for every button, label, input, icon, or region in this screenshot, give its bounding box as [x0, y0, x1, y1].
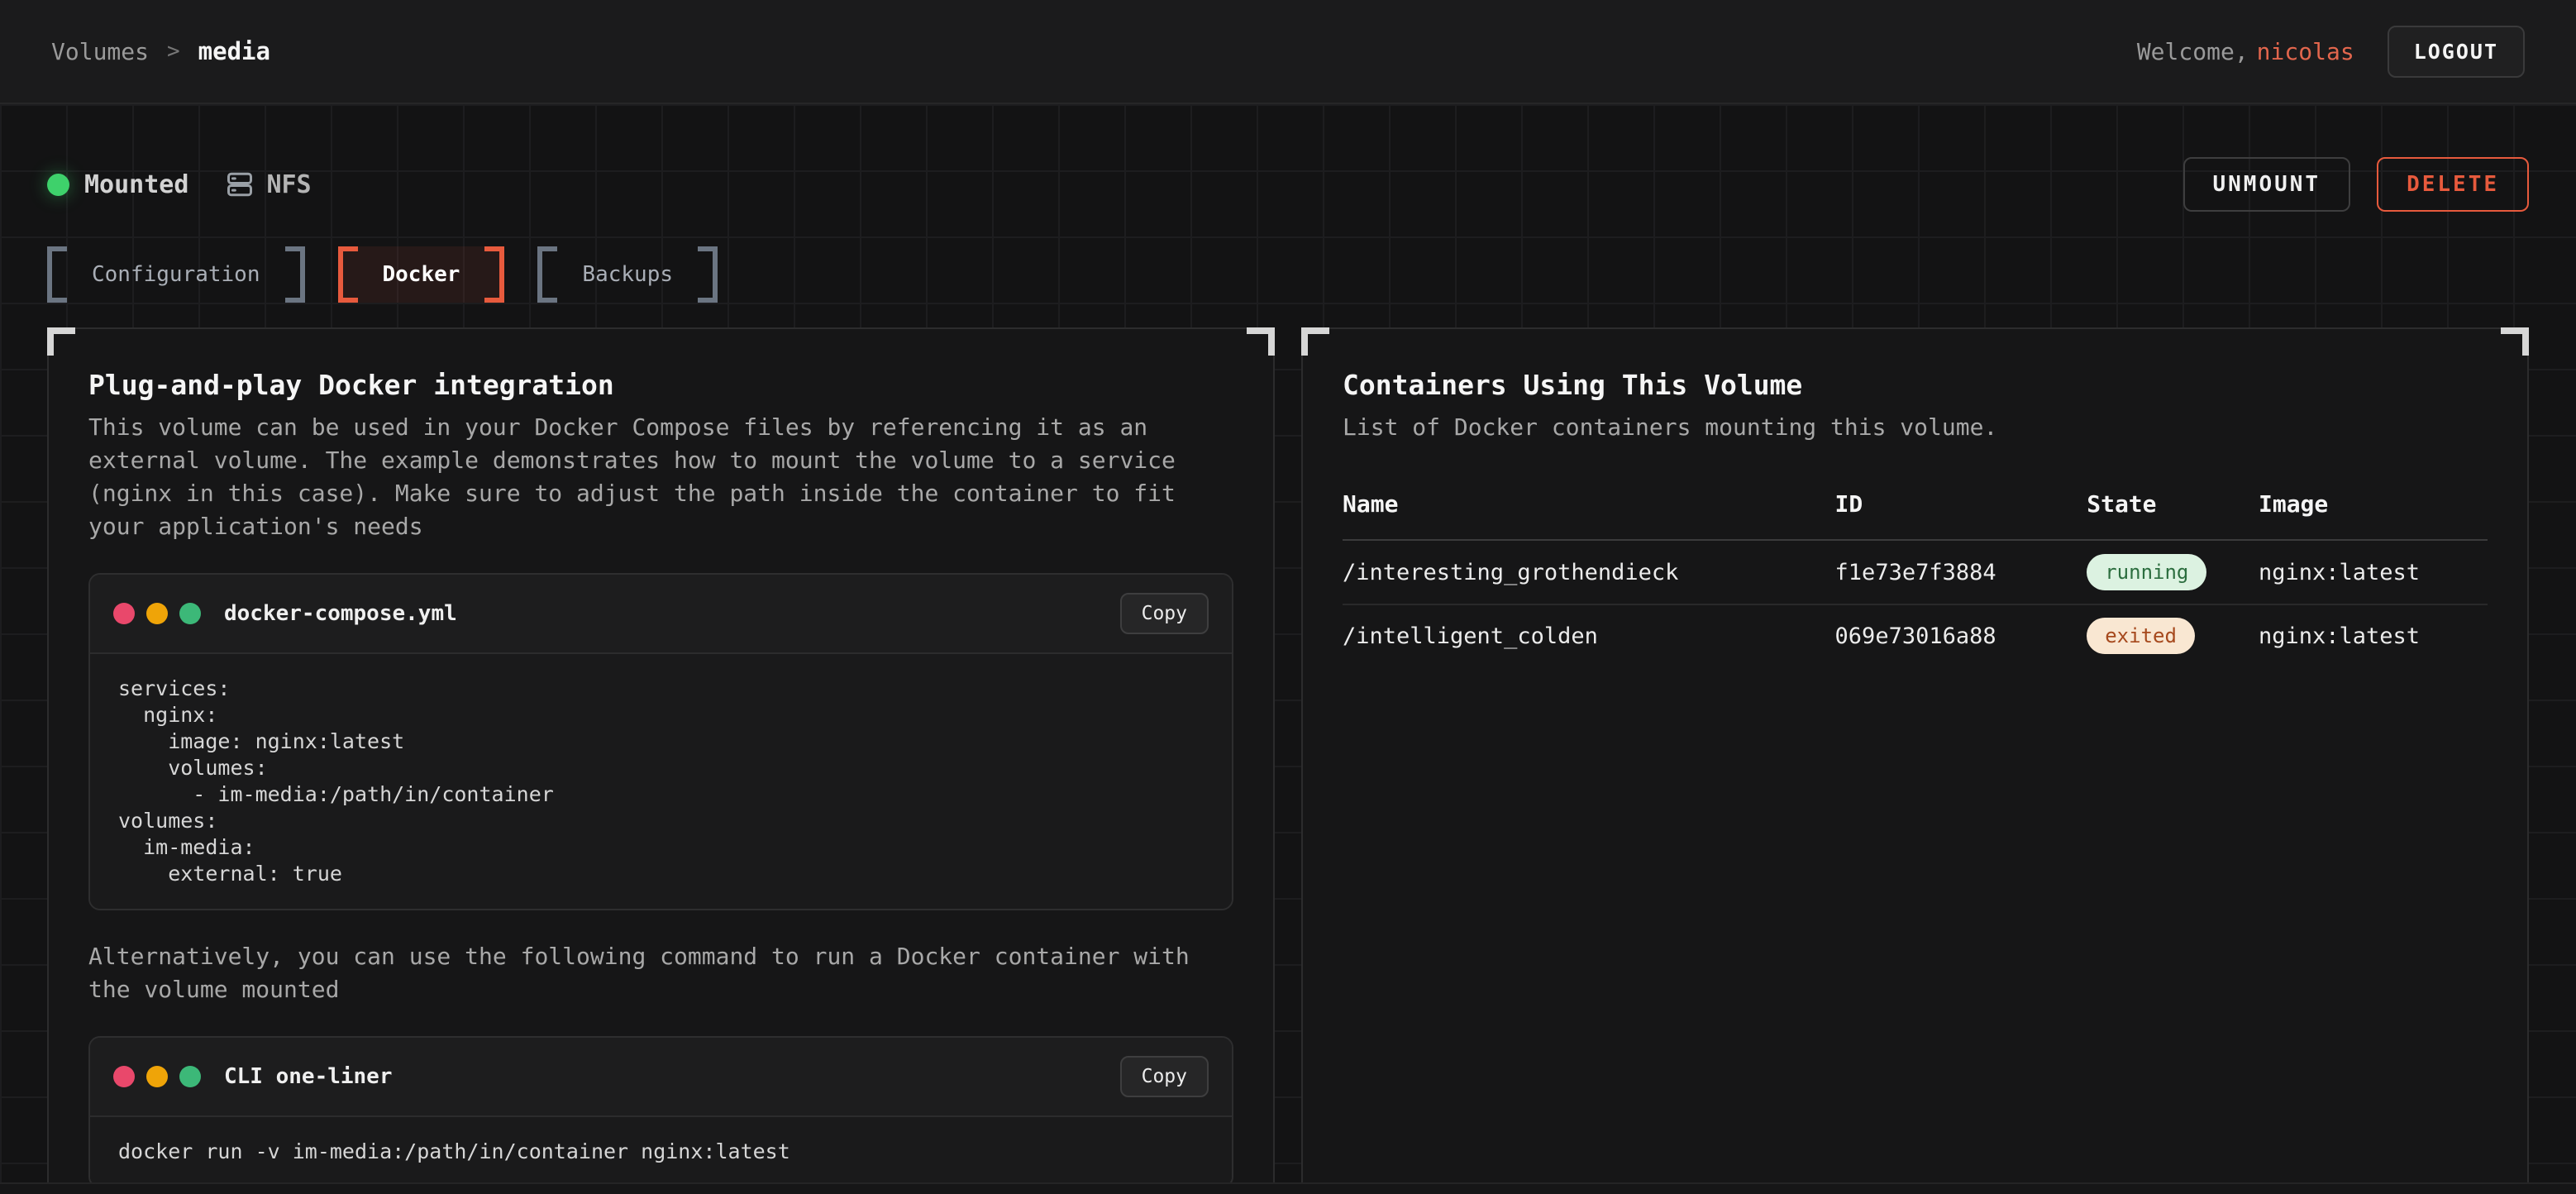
cli-code: docker run -v im-media:/path/in/containe… — [90, 1117, 1232, 1187]
table-row: /intelligent_colden 069e73016a88 exited … — [1343, 604, 2488, 666]
cli-copy-button[interactable]: Copy — [1120, 1056, 1209, 1097]
nfs-label: NFS — [266, 170, 311, 199]
tab-backups[interactable]: Backups — [537, 246, 718, 303]
container-image: nginx:latest — [2259, 623, 2488, 649]
traffic-amber-icon — [146, 1066, 168, 1087]
container-id: f1e73e7f3884 — [1835, 560, 2087, 585]
docker-panel-title: Plug-and-play Docker integration — [88, 369, 1233, 401]
compose-filename: docker-compose.yml — [224, 601, 457, 626]
nfs-type: NFS — [225, 170, 311, 199]
delete-button[interactable]: DELETE — [2377, 157, 2529, 212]
column-id: ID — [1835, 490, 2087, 518]
container-name: /intelligent_colden — [1343, 623, 1835, 649]
traffic-amber-icon — [146, 603, 168, 624]
corner-decoration — [1247, 327, 1275, 356]
column-name: Name — [1343, 490, 1835, 518]
status-badge: running — [2087, 554, 2206, 590]
containers-panel-title: Containers Using This Volume — [1343, 369, 2488, 401]
traffic-green-icon — [179, 1066, 201, 1087]
corner-decoration — [47, 327, 75, 356]
compose-code-block: docker-compose.yml Copy services: nginx:… — [88, 573, 1233, 910]
volume-detail-page: Volumes > media Welcome, nicolas LOGOUT M… — [0, 0, 2576, 1194]
traffic-green-icon — [179, 603, 201, 624]
traffic-light-icons — [113, 1066, 201, 1087]
traffic-red-icon — [113, 1066, 135, 1087]
tab-configuration-label: Configuration — [67, 246, 285, 303]
traffic-light-icons — [113, 603, 201, 624]
tab-docker-label: Docker — [358, 246, 485, 303]
welcome-text: Welcome, nicolas — [2137, 38, 2354, 65]
docker-panel-description: This volume can be used in your Docker C… — [88, 411, 1233, 543]
column-state: State — [2087, 490, 2259, 518]
cli-code-block-header: CLI one-liner Copy — [90, 1038, 1232, 1117]
corner-decoration — [2501, 327, 2529, 356]
top-bar-right: Welcome, nicolas LOGOUT — [2137, 26, 2525, 78]
main-content: Mounted NFS UNMOUNT DELETE Configura — [0, 104, 2576, 1194]
status-badge: exited — [2087, 618, 2195, 654]
breadcrumb-volumes-link[interactable]: Volumes — [51, 38, 149, 65]
bottom-section-edge — [0, 1182, 2576, 1194]
breadcrumb: Volumes > media — [51, 37, 270, 65]
table-row: /interesting_grothendieck f1e73e7f3884 r… — [1343, 541, 2488, 604]
panels-row: Plug-and-play Docker integration This vo… — [47, 327, 2529, 1194]
tab-docker[interactable]: Docker — [338, 246, 505, 303]
traffic-red-icon — [113, 603, 135, 624]
cli-intro-text: Alternatively, you can use the following… — [88, 940, 1233, 1006]
container-id: 069e73016a88 — [1835, 623, 2087, 649]
tab-backups-label: Backups — [557, 246, 698, 303]
unmount-button[interactable]: UNMOUNT — [2183, 157, 2351, 212]
compose-copy-button[interactable]: Copy — [1120, 593, 1209, 634]
breadcrumb-separator-icon: > — [167, 39, 180, 64]
welcome-prefix: Welcome, — [2137, 38, 2249, 65]
column-image: Image — [2259, 490, 2488, 518]
docker-integration-panel: Plug-and-play Docker integration This vo… — [47, 327, 1275, 1194]
container-name: /interesting_grothendieck — [1343, 560, 1835, 585]
cli-filename: CLI one-liner — [224, 1064, 393, 1089]
containers-table: Name ID State Image /interesting_grothen… — [1343, 490, 2488, 666]
username: nicolas — [2257, 38, 2354, 65]
logout-button[interactable]: LOGOUT — [2388, 26, 2525, 78]
containers-panel: Containers Using This Volume List of Doc… — [1301, 327, 2529, 1194]
containers-table-header: Name ID State Image — [1343, 490, 2488, 541]
tab-bar: Configuration Docker Backups — [47, 246, 2529, 303]
container-image: nginx:latest — [2259, 560, 2488, 585]
server-icon — [225, 170, 255, 199]
compose-code: services: nginx: image: nginx:latest vol… — [90, 654, 1232, 909]
breadcrumb-current: media — [198, 37, 270, 65]
containers-panel-subtitle: List of Docker containers mounting this … — [1343, 411, 2488, 444]
tab-configuration[interactable]: Configuration — [47, 246, 305, 303]
corner-decoration — [1301, 327, 1329, 356]
cli-code-block: CLI one-liner Copy docker run -v im-medi… — [88, 1036, 1233, 1188]
compose-code-block-header: docker-compose.yml Copy — [90, 575, 1232, 654]
status-row: Mounted NFS UNMOUNT DELETE — [47, 104, 2529, 212]
mounted-status-dot — [47, 174, 69, 196]
top-bar: Volumes > media Welcome, nicolas LOGOUT — [0, 0, 2576, 104]
mounted-label: Mounted — [84, 170, 188, 199]
